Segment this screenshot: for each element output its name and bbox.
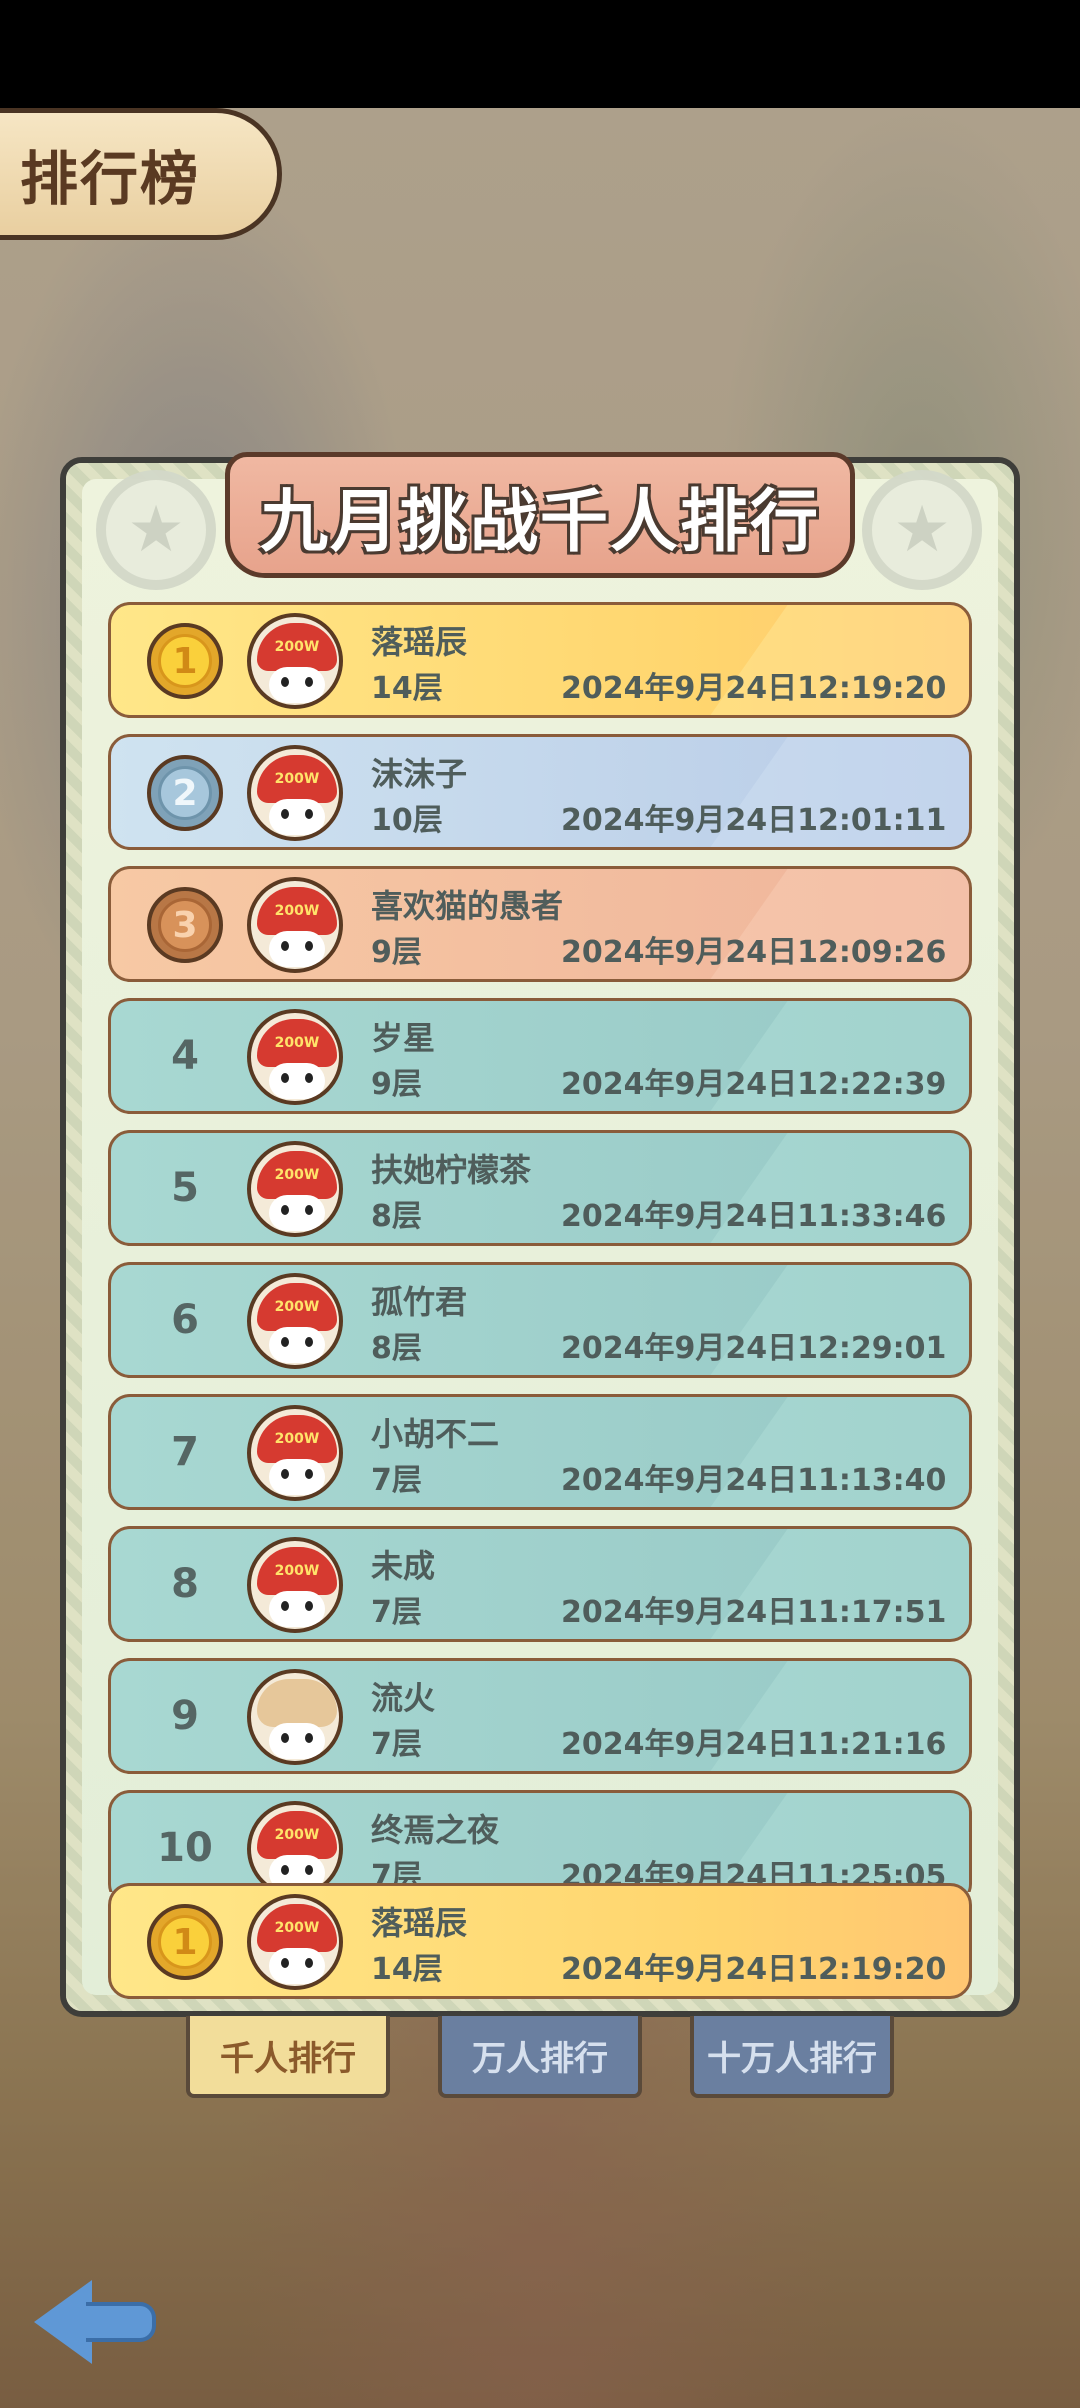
player-name: 沫沫子	[371, 755, 468, 793]
player-time: 2024年9月24日11:17:51	[561, 1595, 947, 1630]
player-floor: 7层	[371, 1727, 422, 1762]
tab-ten-thousand[interactable]: 万人排行	[438, 2016, 642, 2098]
back-arrow-icon	[34, 2280, 92, 2364]
player-name: 流火	[371, 1679, 436, 1717]
table-row: 2 200W 沫沫子 10层 2024年9月24日12:01:11	[108, 734, 972, 850]
player-name: 喜欢猫的愚者	[371, 887, 564, 925]
avatar: 200W	[247, 877, 343, 973]
page-title: 排行榜	[20, 145, 201, 213]
avatar: 200W	[247, 1141, 343, 1237]
page-title-badge: 排行榜	[0, 108, 282, 240]
tab-hundred-thousand[interactable]: 十万人排行	[690, 2016, 894, 2098]
gold-medal-icon: 1	[147, 1904, 223, 1980]
player-time: 2024年9月24日12:22:39	[561, 1067, 947, 1102]
player-time: 2024年9月24日12:09:26	[561, 935, 947, 970]
player-name: 落瑶辰	[371, 623, 468, 661]
player-time: 2024年9月24日12:01:11	[561, 803, 947, 838]
avatar	[247, 1669, 343, 1765]
player-time: 2024年9月24日11:21:16	[561, 1727, 947, 1762]
gold-medal-icon: 1	[147, 623, 223, 699]
player-floor: 8层	[371, 1331, 422, 1366]
player-time: 2024年9月24日12:19:20	[561, 1952, 947, 1987]
player-floor: 14层	[371, 671, 443, 706]
player-floor: 9层	[371, 1067, 422, 1102]
avatar: 200W	[247, 1405, 343, 1501]
player-floor: 14层	[371, 1952, 443, 1987]
rank-number: 7	[171, 1429, 199, 1475]
table-row: 8 200W 未成 7层 2024年9月24日11:17:51	[108, 1526, 972, 1642]
avatar: 200W	[247, 1273, 343, 1369]
avatar: 200W	[247, 1801, 343, 1892]
my-rank-row: 1 200W 落瑶辰 14层 2024年9月24日12:19:20	[108, 1883, 972, 1999]
silver-medal-icon: 2	[147, 755, 223, 831]
player-time: 2024年9月24日12:29:01	[561, 1331, 947, 1366]
table-row: 9 流火 7层 2024年9月24日11:21:16	[108, 1658, 972, 1774]
table-row: 4 200W 岁星 9层 2024年9月24日12:22:39	[108, 998, 972, 1114]
player-floor: 10层	[371, 803, 443, 838]
rank-number: 9	[171, 1693, 199, 1739]
player-time: 2024年9月24日11:33:46	[561, 1199, 947, 1234]
star-icon: ★	[96, 470, 216, 590]
rank-number: 5	[171, 1165, 199, 1211]
back-button[interactable]	[34, 2262, 158, 2364]
player-time: 2024年9月24日12:19:20	[561, 671, 947, 706]
player-name: 未成	[371, 1547, 436, 1585]
player-floor: 9层	[371, 935, 422, 970]
rank-number: 6	[171, 1297, 199, 1343]
player-floor: 8层	[371, 1199, 422, 1234]
avatar: 200W	[247, 1537, 343, 1633]
tab-thousand[interactable]: 千人排行	[186, 2016, 390, 2098]
player-name: 孤竹君	[371, 1283, 468, 1321]
avatar: 200W	[247, 1009, 343, 1105]
rank-number: 4	[171, 1033, 199, 1079]
player-floor: 7层	[371, 1595, 422, 1630]
avatar: 200W	[247, 745, 343, 841]
player-name: 岁星	[371, 1019, 436, 1057]
table-row: 10 200W 终焉之夜 7层 2024年9月24日11:25:05	[108, 1790, 972, 1892]
player-floor: 7层	[371, 1463, 422, 1498]
table-row: 6 200W 孤竹君 8层 2024年9月24日12:29:01	[108, 1262, 972, 1378]
table-row: 1 200W 落瑶辰 14层 2024年9月24日12:19:20	[108, 602, 972, 718]
panel-title-banner: 九月挑战千人排行	[225, 452, 855, 578]
table-row: 3 200W 喜欢猫的愚者 9层 2024年9月24日12:09:26	[108, 866, 972, 982]
bronze-medal-icon: 3	[147, 887, 223, 963]
player-time: 2024年9月24日11:13:40	[561, 1463, 947, 1498]
table-row: 7 200W 小胡不二 7层 2024年9月24日11:13:40	[108, 1394, 972, 1510]
player-name: 落瑶辰	[371, 1904, 468, 1942]
player-name: 扶她柠檬茶	[371, 1151, 532, 1189]
star-icon: ★	[862, 470, 982, 590]
player-name: 小胡不二	[371, 1415, 500, 1453]
table-row: 5 200W 扶她柠檬茶 8层 2024年9月24日11:33:46	[108, 1130, 972, 1246]
panel-title: 九月挑战千人排行	[259, 482, 820, 562]
ranking-tabs: 千人排行 万人排行 十万人排行	[186, 2016, 896, 2098]
rank-number: 8	[171, 1561, 199, 1607]
ranking-list[interactable]: 1 200W 落瑶辰 14层 2024年9月24日12:19:20 2 200W 沫沫子 10层…	[108, 602, 972, 1892]
player-name: 终焉之夜	[371, 1811, 500, 1849]
avatar: 200W	[247, 1894, 343, 1990]
rank-number: 10	[157, 1825, 213, 1871]
avatar: 200W	[247, 613, 343, 709]
